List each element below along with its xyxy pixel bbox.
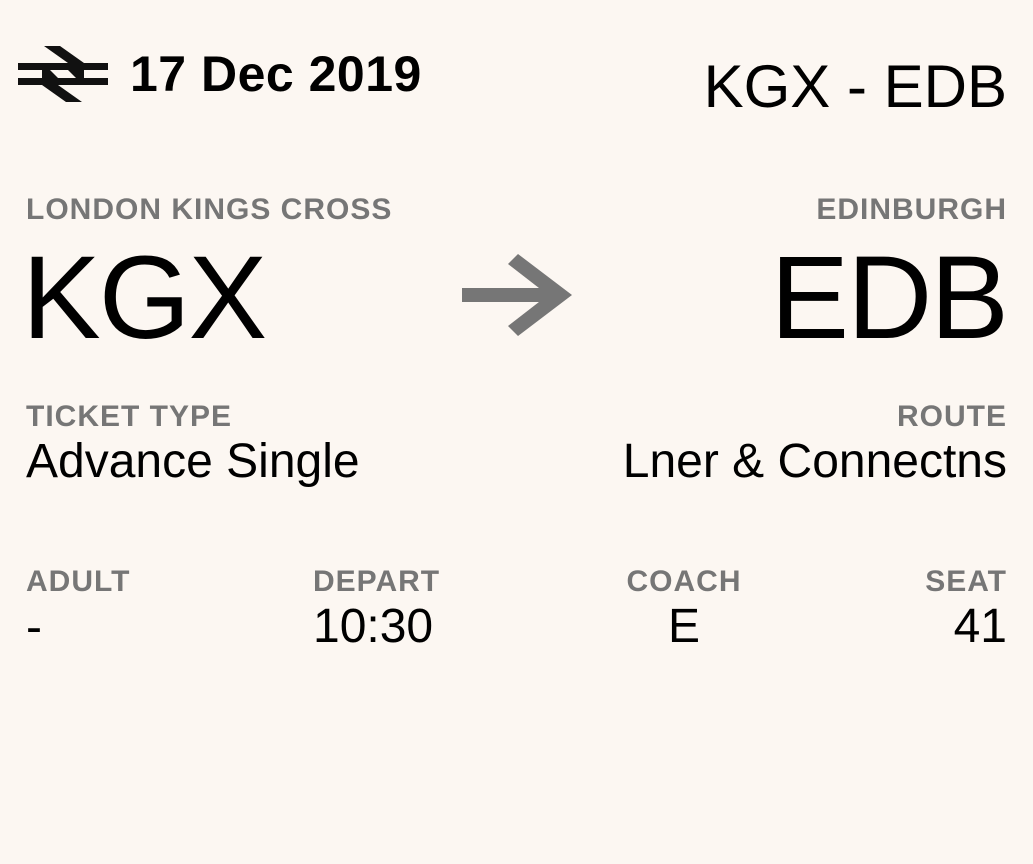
travel-date: 17 Dec 2019 [130,46,422,102]
route-value: Lner & Connectns [622,435,1007,488]
coach-label: COACH [626,565,742,598]
depart-field: DEPART 10:30 [313,565,440,655]
ticket-pass: 17 Dec 2019 KGX - EDB LONDON KINGS CROSS… [0,0,1033,864]
ticket-type-label: TICKET TYPE [26,400,233,433]
coach-field: COACH E [624,565,744,655]
adult-value: - [26,601,42,654]
route-label: ROUTE [897,400,1007,433]
adult-label: ADULT [26,565,131,598]
route-summary: KGX - EDB [703,53,1007,120]
seat-label: SEAT [925,565,1007,598]
origin-station-name: LONDON KINGS CROSS [26,193,393,226]
depart-label: DEPART [313,565,441,598]
british-rail-logo-icon [18,46,108,102]
ticket-type-value: Advance Single [26,435,360,488]
ticket-header: 17 Dec 2019 [18,44,422,104]
seat-field: SEAT 41 [925,565,1007,655]
seat-value: 41 [953,600,1007,653]
destination-station-name: EDINBURGH [816,193,1007,226]
destination-station-code: EDB [770,232,1009,364]
origin-station-code: KGX [22,232,267,364]
depart-time: 10:30 [313,600,434,653]
coach-value: E [667,600,700,653]
right-arrow-icon [460,254,572,343]
